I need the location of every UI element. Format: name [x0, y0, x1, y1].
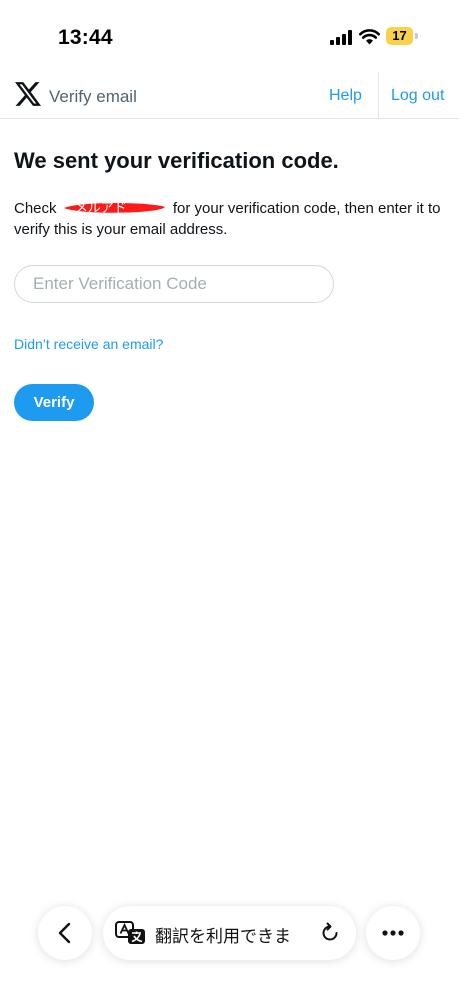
translate-icon: [115, 921, 145, 944]
back-button[interactable]: [38, 906, 92, 960]
instruction-prefix: Check: [14, 200, 57, 217]
battery-level: 17: [392, 28, 407, 43]
translate-pill[interactable]: 翻訳を利用できま: [103, 906, 356, 960]
wifi-icon: [359, 29, 380, 45]
nav-divider: [378, 72, 379, 118]
chevron-left-icon: [58, 922, 71, 944]
x-logo-icon: [15, 82, 41, 106]
page-heading: We sent your verification code.: [14, 148, 339, 173]
more-button[interactable]: [366, 906, 420, 960]
reload-icon[interactable]: [319, 922, 341, 944]
top-bar: Verify email Help Log out: [0, 72, 459, 119]
browser-toolbar: 翻訳を利用できま: [0, 900, 459, 970]
verification-code-input[interactable]: [14, 265, 334, 303]
battery-cap: [415, 33, 418, 39]
logout-link[interactable]: Log out: [391, 87, 444, 105]
signal-icon: [330, 30, 352, 45]
verify-button[interactable]: Verify: [14, 384, 94, 421]
battery-icon: 17: [386, 27, 413, 45]
translate-text: 翻訳を利用できま: [155, 927, 291, 946]
redacted-email: メルアド: [61, 199, 169, 217]
status-time: 13:44: [58, 26, 113, 49]
redacted-email-text: メルアド: [74, 200, 127, 215]
page-title: Verify email: [49, 87, 137, 106]
instruction-text: Check メルアド for your verification code, t…: [14, 198, 444, 240]
resend-email-link[interactable]: Didn’t receive an email?: [14, 336, 163, 352]
help-link[interactable]: Help: [329, 87, 362, 105]
more-icon: [382, 930, 404, 936]
status-bar: 13:44 17: [0, 0, 459, 72]
